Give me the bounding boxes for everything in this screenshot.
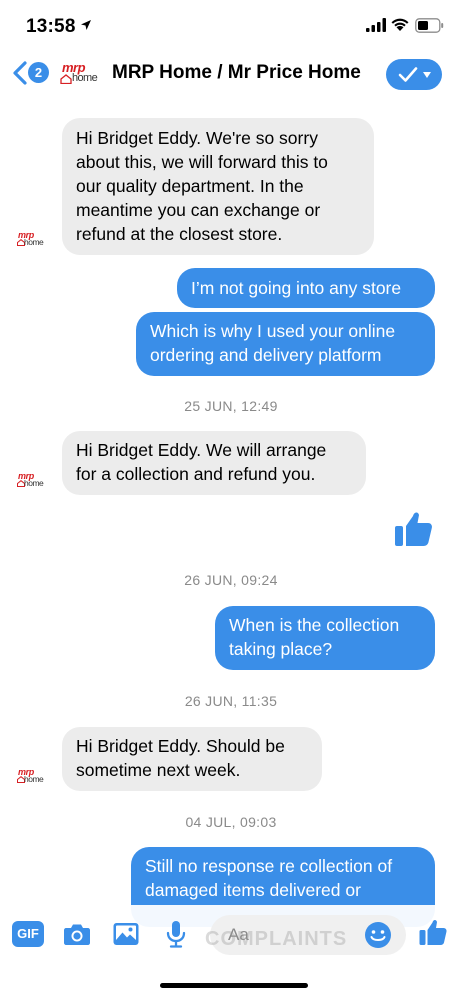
- message-timestamp: 04 JUL, 09:03: [185, 814, 277, 830]
- message-timestamp: 25 JUN, 12:49: [184, 398, 278, 414]
- logo-home-text: home: [72, 72, 98, 84]
- done-button[interactable]: [386, 59, 442, 90]
- location-arrow-icon: [81, 20, 91, 30]
- outgoing-message[interactable]: When is the collection taking place?: [215, 606, 435, 670]
- watermark: COMPLAINTS: [205, 928, 348, 950]
- cellular-signal-icon: [366, 18, 386, 32]
- battery-icon: [415, 18, 444, 33]
- mrp-home-logo[interactable]: mrp home: [60, 60, 104, 88]
- checkmark-icon: [398, 67, 418, 82]
- incoming-message[interactable]: Hi Bridget Eddy. We will arrange for a c…: [62, 431, 366, 495]
- sender-avatar[interactable]: mrp home: [14, 767, 50, 787]
- incoming-message[interactable]: Hi Bridget Eddy. We're so sorry about th…: [62, 118, 374, 255]
- message-list[interactable]: Hi Bridget Eddy. We're so sorry about th…: [0, 100, 462, 927]
- thumbs-up-icon[interactable]: [393, 508, 435, 550]
- microphone-icon[interactable]: [161, 919, 191, 949]
- sender-avatar[interactable]: mrp home: [14, 230, 50, 250]
- photo-gallery-icon[interactable]: [111, 919, 141, 949]
- chat-title[interactable]: MRP Home / Mr Price Home: [112, 62, 361, 84]
- camera-icon[interactable]: [62, 919, 92, 949]
- thumbs-up-icon[interactable]: [418, 917, 448, 947]
- sender-avatar[interactable]: mrp home: [14, 471, 50, 491]
- outgoing-message[interactable]: I’m not going into any store: [177, 268, 435, 308]
- message-timestamp: 26 JUN, 09:24: [184, 572, 278, 588]
- gif-button[interactable]: GIF: [12, 921, 44, 947]
- unread-count-badge[interactable]: 2: [28, 62, 49, 83]
- emoji-icon[interactable]: [364, 921, 392, 949]
- chat-header: 2 mrp home MRP Home / Mr Price Home: [0, 48, 462, 100]
- caret-down-icon: [423, 72, 431, 78]
- message-timestamp: 26 JUN, 11:35: [184, 693, 278, 709]
- status-bar: 13:58: [0, 0, 462, 50]
- back-chevron-icon[interactable]: [12, 61, 28, 85]
- wifi-icon: [391, 18, 409, 31]
- home-indicator[interactable]: [160, 983, 308, 988]
- house-icon: [60, 74, 72, 84]
- outgoing-message[interactable]: Which is why I used your online ordering…: [136, 312, 435, 376]
- incoming-message[interactable]: Hi Bridget Eddy. Should be sometime next…: [62, 727, 322, 791]
- status-time: 13:58: [26, 16, 76, 37]
